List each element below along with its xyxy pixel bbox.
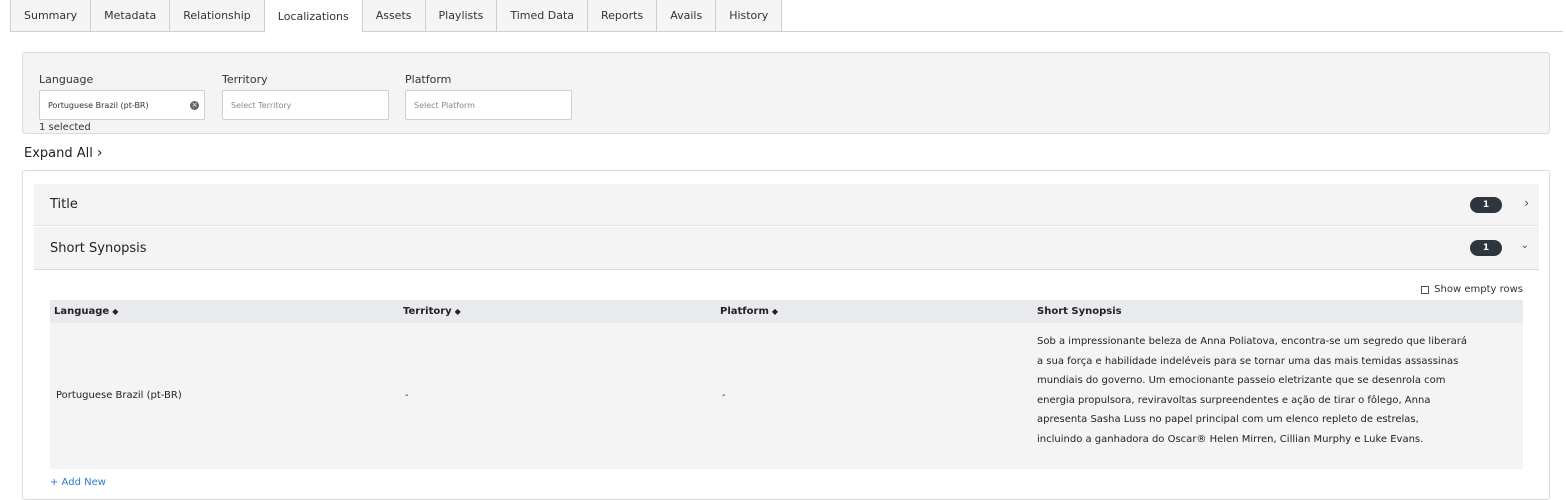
cell-territory: - xyxy=(405,390,409,401)
language-filter: Language Portuguese Brazil (pt-BR) × 1 s… xyxy=(39,73,205,133)
add-new-link[interactable]: + Add New xyxy=(50,477,106,488)
tab-metadata[interactable]: Metadata xyxy=(90,0,171,32)
language-select[interactable]: Portuguese Brazil (pt-BR) × xyxy=(39,90,205,120)
cell-short-synopsis: Sob a impressionante beleza de Anna Poli… xyxy=(1037,336,1467,445)
chevron-right-icon: › xyxy=(1524,196,1529,210)
column-header-territory-label: Territory xyxy=(403,306,452,317)
tab-assets[interactable]: Assets xyxy=(361,0,426,32)
tab-reports[interactable]: Reports xyxy=(587,0,658,32)
sort-icon: ◆ xyxy=(112,307,119,316)
language-select-value: Portuguese Brazil (pt-BR) xyxy=(48,100,149,110)
section-title[interactable]: Title 1 › xyxy=(34,184,1539,226)
table-row[interactable]: Portuguese Brazil (pt-BR) - - Sob a impr… xyxy=(50,323,1523,469)
count-badge: 1 xyxy=(1470,240,1502,256)
sort-icon: ◆ xyxy=(454,307,461,316)
territory-filter-label: Territory xyxy=(222,73,268,86)
column-header-platform-label: Platform xyxy=(720,306,769,317)
column-header-language[interactable]: Language ◆ xyxy=(54,306,118,317)
column-header-language-label: Language xyxy=(54,306,110,317)
territory-select[interactable]: Select Territory xyxy=(222,90,389,120)
tab-summary[interactable]: Summary xyxy=(10,0,92,32)
table-header: Language ◆ Territory ◆ Platform ◆ Short Syn… xyxy=(50,300,1523,323)
tab-avails[interactable]: Avails xyxy=(656,0,717,32)
tab-history[interactable]: History xyxy=(715,0,783,32)
count-badge: 1 xyxy=(1470,197,1502,213)
show-empty-rows-toggle[interactable]: Show empty rows xyxy=(1421,284,1523,295)
tab-localizations[interactable]: Localizations xyxy=(263,0,363,33)
localizations-panel: Title 1 › Short Synopsis 1 ⌄ Show empty … xyxy=(22,170,1550,500)
section-short-synopsis-label: Short Synopsis xyxy=(50,240,147,256)
tab-playlists[interactable]: Playlists xyxy=(424,0,498,32)
platform-select-placeholder: Select Platform xyxy=(414,100,475,110)
chevron-right-icon: › xyxy=(96,145,103,161)
territory-filter: Territory Select Territory xyxy=(222,73,389,120)
language-filter-label: Language xyxy=(39,73,94,86)
expand-all-button[interactable]: Expand All › xyxy=(24,145,102,161)
chevron-down-icon: ⌄ xyxy=(1520,240,1529,251)
cell-language: Portuguese Brazil (pt-BR) xyxy=(56,390,182,401)
tab-timed-data[interactable]: Timed Data xyxy=(496,0,588,32)
column-header-platform[interactable]: Platform ◆ xyxy=(720,306,778,317)
column-header-short-synopsis-label: Short Synopsis xyxy=(1037,306,1122,317)
clear-icon[interactable]: × xyxy=(190,101,199,110)
section-title-label: Title xyxy=(50,197,78,212)
language-selected-count: 1 selected xyxy=(39,122,91,133)
territory-select-placeholder: Select Territory xyxy=(231,100,292,110)
show-empty-rows-label: Show empty rows xyxy=(1434,284,1523,295)
platform-filter-label: Platform xyxy=(405,73,452,86)
show-empty-rows-checkbox[interactable] xyxy=(1421,285,1430,294)
cell-platform: - xyxy=(722,390,726,401)
sort-icon: ◆ xyxy=(771,307,779,316)
section-short-synopsis[interactable]: Short Synopsis 1 ⌄ xyxy=(34,227,1539,270)
column-header-short-synopsis: Short Synopsis xyxy=(1037,306,1122,317)
column-header-territory[interactable]: Territory ◆ xyxy=(403,306,461,317)
tab-bar: Summary Metadata Relationship Localizati… xyxy=(10,0,1563,33)
filter-panel: Language Portuguese Brazil (pt-BR) × 1 s… xyxy=(22,52,1550,134)
tab-relationship[interactable]: Relationship xyxy=(169,0,265,32)
platform-select[interactable]: Select Platform xyxy=(405,90,572,120)
expand-all-label: Expand All xyxy=(24,145,93,161)
platform-filter: Platform Select Platform xyxy=(405,73,572,120)
